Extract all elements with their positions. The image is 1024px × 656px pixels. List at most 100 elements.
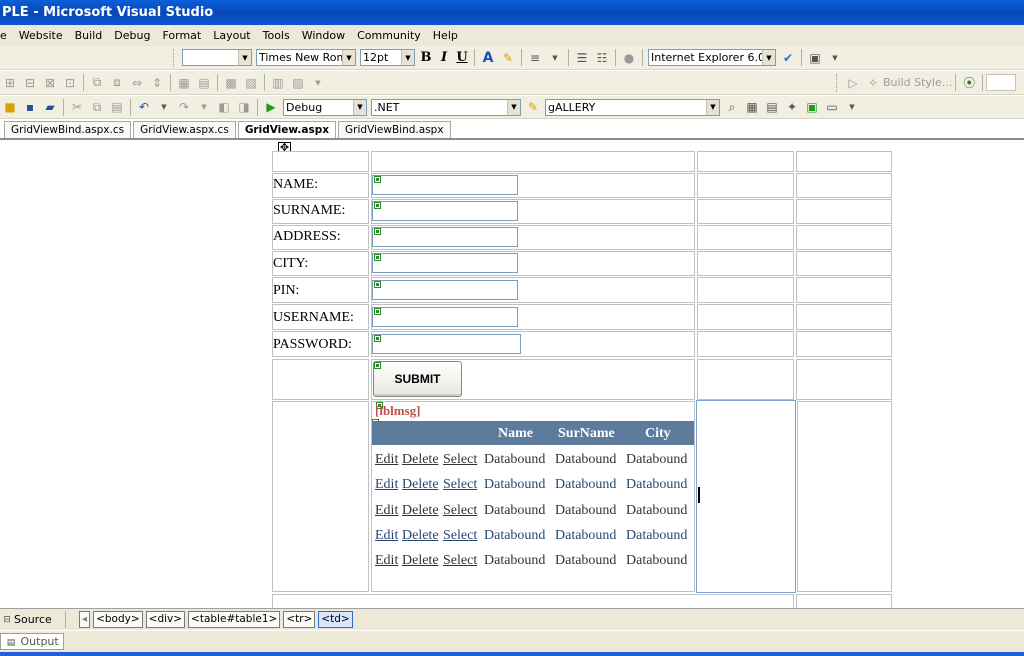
menu-item-edit[interactable]: e bbox=[0, 25, 13, 46]
tab-gridview-aspx[interactable]: GridView.aspx bbox=[237, 121, 337, 138]
breadcrumb-back-icon[interactable]: ◂ bbox=[78, 611, 91, 628]
find-combo[interactable]: gALLERY ▼ bbox=[545, 98, 720, 116]
selected-table-cell[interactable] bbox=[696, 400, 796, 593]
copy-icon[interactable]: ⧉ bbox=[88, 98, 106, 116]
browser-field[interactable] bbox=[986, 74, 1017, 91]
menu-item-debug[interactable]: Debug bbox=[108, 25, 156, 46]
table-cell[interactable] bbox=[697, 225, 794, 250]
menu-item-window[interactable]: Window bbox=[296, 25, 351, 46]
font-name-combo[interactable]: Times New Roman ▼ bbox=[256, 49, 356, 66]
solution-platform-combo[interactable]: .NET ▼ bbox=[371, 98, 521, 116]
split-cells-icon[interactable]: ▤ bbox=[195, 74, 213, 92]
menu-item-help[interactable]: Help bbox=[427, 25, 464, 46]
save-icon[interactable]: ▪ bbox=[21, 98, 39, 116]
table-cell[interactable] bbox=[797, 401, 892, 592]
position-icon[interactable]: ▧ bbox=[242, 74, 260, 92]
toolbox-icon[interactable]: ✦ bbox=[783, 98, 801, 116]
tab-gridview-aspx-cs[interactable]: GridView.aspx.cs bbox=[133, 121, 236, 138]
breadcrumb-div[interactable]: <div> bbox=[145, 611, 186, 628]
send-back-icon[interactable]: ⧈ bbox=[108, 74, 126, 92]
table-cell[interactable] bbox=[796, 225, 892, 250]
gridview-header-city[interactable]: City bbox=[645, 426, 671, 442]
username-textbox[interactable] bbox=[372, 307, 518, 327]
menu-item-layout[interactable]: Layout bbox=[207, 25, 256, 46]
name-textbox[interactable] bbox=[372, 175, 518, 195]
table-cell[interactable] bbox=[697, 331, 794, 357]
toolbar-grip[interactable] bbox=[173, 48, 177, 67]
underline-button[interactable]: U bbox=[453, 50, 471, 65]
table-properties-icon[interactable]: ▨ bbox=[289, 74, 307, 92]
design-surface[interactable]: ✥ NAME: SURNAME: ADDRESS: CITY: PIN: USE… bbox=[0, 142, 1024, 608]
breadcrumb-td[interactable]: <td> bbox=[318, 611, 353, 628]
table-cell[interactable] bbox=[796, 251, 892, 276]
table-cell[interactable] bbox=[272, 359, 369, 400]
align-icon[interactable]: ⇔ bbox=[128, 74, 146, 92]
pin-textbox[interactable] bbox=[372, 280, 518, 300]
hyperlink-icon[interactable]: ● bbox=[620, 49, 638, 67]
distribute-icon[interactable]: ⇕ bbox=[148, 74, 166, 92]
table-cell[interactable] bbox=[697, 277, 794, 303]
gridview-header-surname[interactable]: SurName bbox=[558, 426, 615, 442]
delete-link[interactable]: Delete bbox=[402, 452, 439, 468]
select-link[interactable]: Select bbox=[443, 477, 477, 493]
menu-item-build[interactable]: Build bbox=[69, 25, 109, 46]
schema-icon[interactable]: ▣ bbox=[806, 49, 824, 67]
tab-gridviewbind-aspx-cs[interactable]: GridViewBind.aspx.cs bbox=[4, 121, 132, 138]
background-color-icon[interactable]: ✎ bbox=[499, 49, 517, 67]
select-link[interactable]: Select bbox=[443, 528, 477, 544]
italic-button[interactable]: I bbox=[435, 50, 453, 65]
submit-button[interactable]: SUBMIT bbox=[373, 361, 462, 397]
chevron-down-icon[interactable]: ▼ bbox=[195, 98, 213, 116]
table-cell[interactable] bbox=[697, 151, 794, 172]
lock-element-icon[interactable]: ▩ bbox=[222, 74, 240, 92]
insert-row-icon[interactable]: ⊞ bbox=[1, 74, 19, 92]
table-cell[interactable] bbox=[796, 359, 892, 400]
block-format-combo[interactable]: ▼ bbox=[182, 49, 252, 66]
menu-item-website[interactable]: Website bbox=[13, 25, 69, 46]
table-cell[interactable] bbox=[796, 173, 892, 198]
table-cell[interactable] bbox=[796, 304, 892, 330]
breadcrumb-tr[interactable]: <tr> bbox=[283, 611, 316, 628]
insert-column-icon[interactable]: ⊟ bbox=[21, 74, 39, 92]
select-link[interactable]: Select bbox=[443, 553, 477, 569]
properties-icon[interactable]: ▤ bbox=[763, 98, 781, 116]
toolbar-options-icon[interactable]: ▼ bbox=[826, 49, 844, 67]
table-cell[interactable] bbox=[697, 173, 794, 198]
cut-icon[interactable]: ✂ bbox=[68, 98, 86, 116]
font-size-combo[interactable]: 12pt ▼ bbox=[360, 49, 415, 66]
edit-link[interactable]: Edit bbox=[375, 503, 398, 519]
open-folder-icon[interactable]: ■ bbox=[1, 98, 19, 116]
build-style-button[interactable]: Build Style... bbox=[883, 76, 952, 89]
table-cell[interactable] bbox=[796, 331, 892, 357]
delete-link[interactable]: Delete bbox=[402, 553, 439, 569]
foreground-color-icon[interactable]: A bbox=[479, 49, 497, 67]
paste-icon[interactable]: ▤ bbox=[108, 98, 126, 116]
undo-icon[interactable]: ↶ bbox=[135, 98, 153, 116]
start-page-icon[interactable]: ▭ bbox=[823, 98, 841, 116]
new-style-icon[interactable]: ▷ bbox=[844, 74, 862, 92]
select-link[interactable]: Select bbox=[443, 503, 477, 519]
chevron-down-icon[interactable]: ▼ bbox=[546, 49, 564, 67]
table-cell[interactable] bbox=[697, 359, 794, 400]
object-browser-icon[interactable]: ▣ bbox=[803, 98, 821, 116]
table-cell[interactable] bbox=[272, 401, 369, 592]
delete-link[interactable]: Delete bbox=[402, 528, 439, 544]
table-cell[interactable] bbox=[697, 199, 794, 224]
table-icon[interactable]: ▥ bbox=[269, 74, 287, 92]
navigate-forward-icon[interactable]: ◨ bbox=[235, 98, 253, 116]
edit-link[interactable]: Edit bbox=[375, 477, 398, 493]
select-link[interactable]: Select bbox=[443, 452, 477, 468]
solution-explorer-icon[interactable]: ▦ bbox=[743, 98, 761, 116]
surname-textbox[interactable] bbox=[372, 201, 518, 221]
bold-button[interactable]: B bbox=[417, 50, 435, 65]
redo-icon[interactable]: ↷ bbox=[175, 98, 193, 116]
tab-gridviewbind-aspx[interactable]: GridViewBind.aspx bbox=[338, 121, 451, 138]
view-in-browser-icon[interactable]: ⦿ bbox=[960, 74, 978, 92]
table-cell[interactable] bbox=[796, 277, 892, 303]
address-textbox[interactable] bbox=[372, 227, 518, 247]
check-accessibility-icon[interactable]: ✔ bbox=[779, 49, 797, 67]
table-cell[interactable] bbox=[371, 151, 695, 172]
delete-link[interactable]: Delete bbox=[402, 477, 439, 493]
menu-item-community[interactable]: Community bbox=[351, 25, 427, 46]
city-textbox[interactable] bbox=[372, 253, 518, 273]
